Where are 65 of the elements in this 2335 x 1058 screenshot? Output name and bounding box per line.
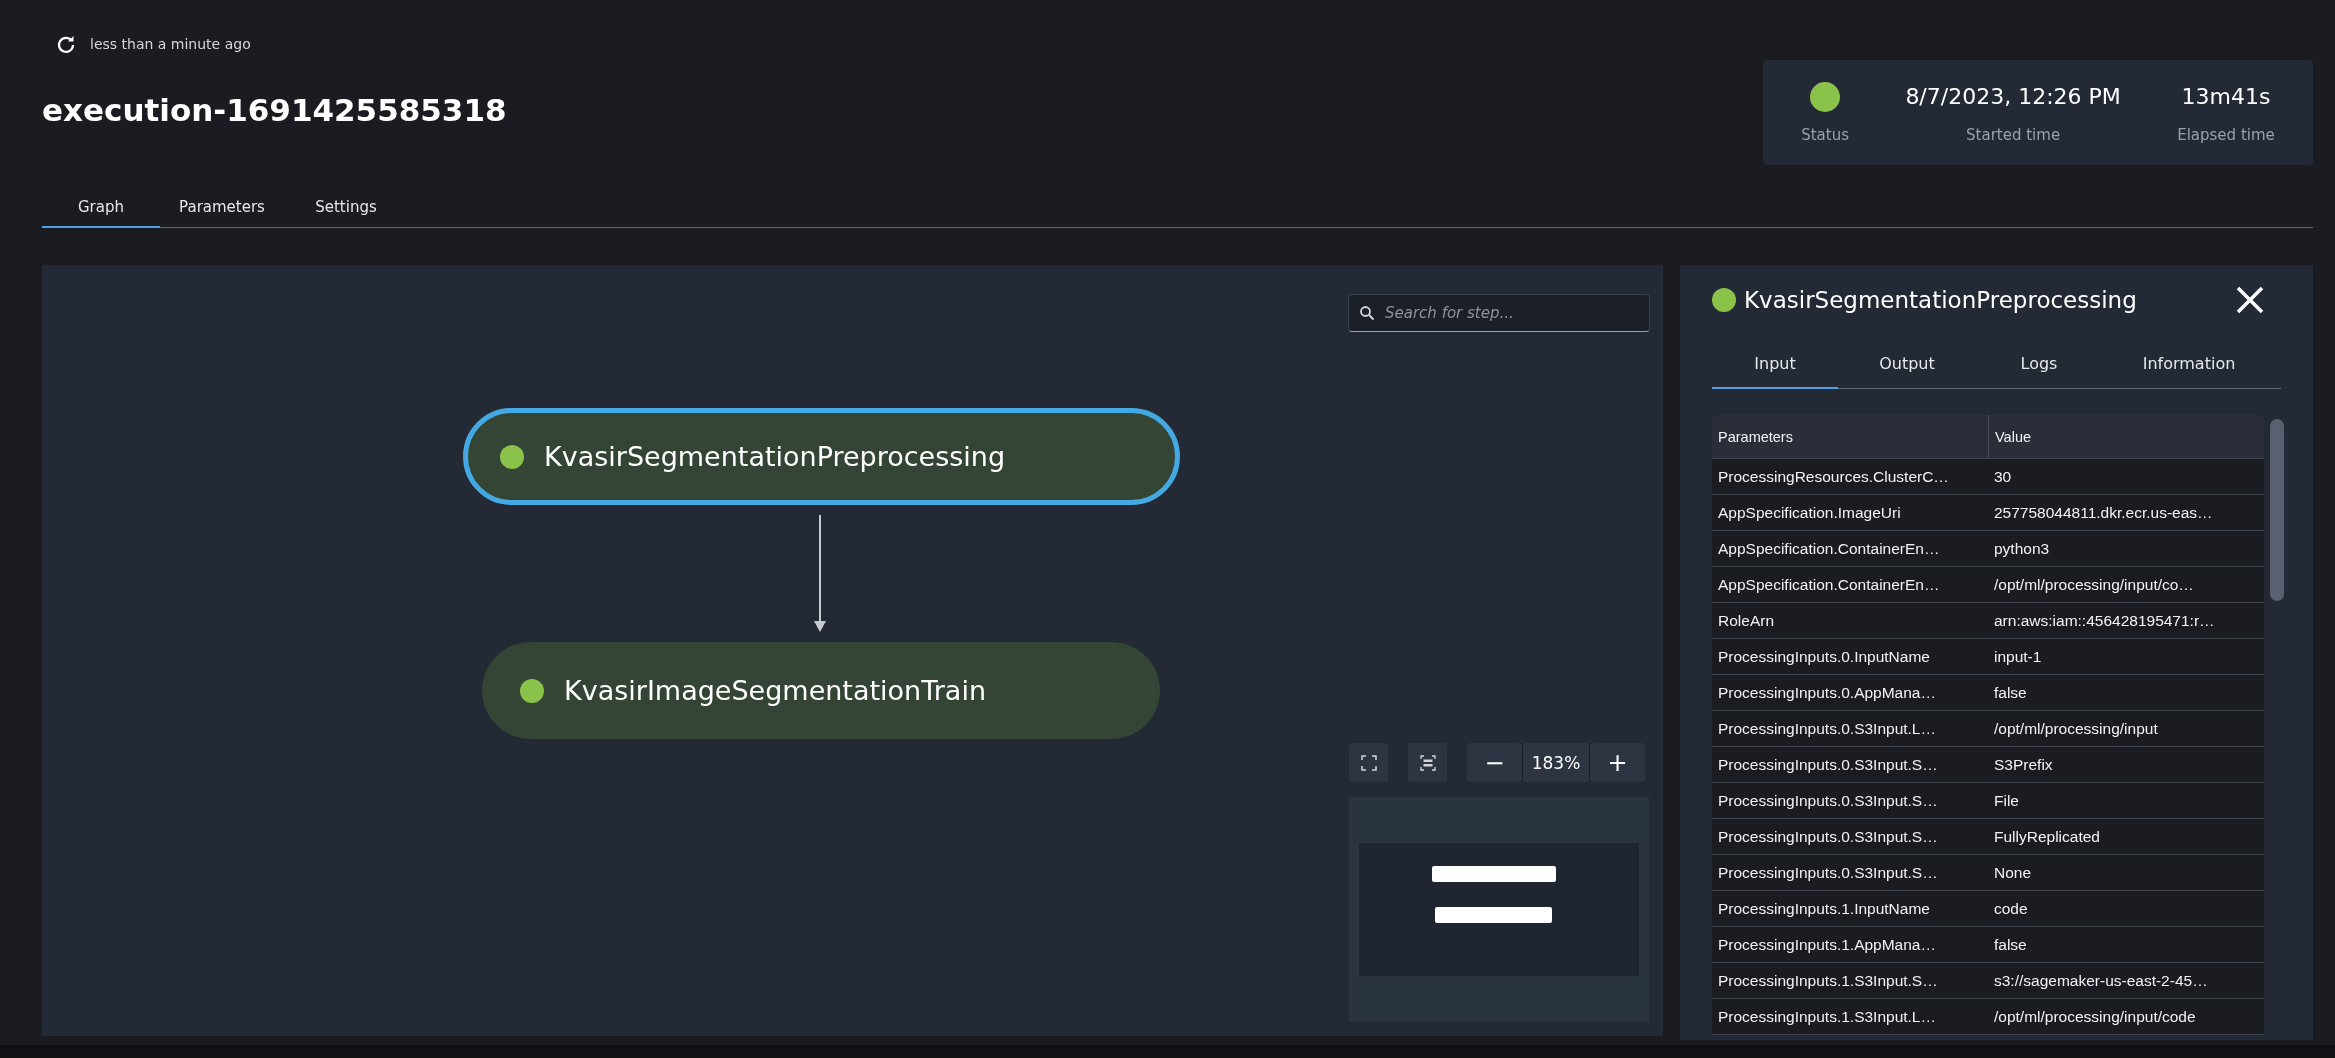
table-cell-text: AppSpecification.ContainerEn… <box>1717 538 1941 559</box>
table-cell-text: ProcessingInputs.1.AppMana… <box>1717 934 1937 955</box>
table-cell-text: ProcessingInputs.1.InputName <box>1717 898 1931 919</box>
table-cell-text: File <box>1993 790 2020 811</box>
table-cell-text: FullyReplicated <box>1993 826 2101 847</box>
table-cell-text: arn:aws:iam::456428195471:r… <box>1993 610 2216 631</box>
table-cell-text: input-1 <box>1993 646 2043 667</box>
table-cell-text: None <box>1993 862 2033 883</box>
panel-title: KvasirSegmentationPreprocessing <box>1744 287 2138 313</box>
table-cell-text: ProcessingInputs.0.S3Input.S… <box>1717 826 1939 847</box>
table-cell-text: ProcessingInputs.0.S3Input.S… <box>1717 790 1939 811</box>
started-time-label: Started time <box>1966 125 2061 144</box>
tab[interactable]: Settings <box>284 198 408 228</box>
panel-tab[interactable]: Output <box>1838 333 1976 389</box>
execution-title: execution-1691425585318 <box>42 92 507 128</box>
table-cell-text: ProcessingInputs.0.AppMana… <box>1717 682 1937 703</box>
minimap[interactable] <box>1349 797 1649 1022</box>
step-node[interactable]: KvasirSegmentationPreprocessing <box>463 408 1180 505</box>
table-cell-text: false <box>1993 682 2028 703</box>
panel-tab[interactable]: Logs <box>1976 333 2102 389</box>
started-time: 8/7/2023, 12:26 PM <box>1905 82 2121 111</box>
status-label: Status <box>1801 125 1849 144</box>
table-cell-text: S3Prefix <box>1993 754 2054 775</box>
table-cell-text: ProcessingInputs.0.S3Input.L… <box>1717 718 1937 739</box>
table-cell-text: python3 <box>1993 538 2051 559</box>
table-cell-text: s3://sagemaker-us-east-2-45… <box>1993 970 2209 991</box>
table-cell-text: AppSpecification.ContainerEn… <box>1717 574 1941 595</box>
elapsed-time-label: Elapsed time <box>2177 125 2275 144</box>
fit-view-icon <box>1419 754 1436 771</box>
table-cell-text: ProcessingInputs.0.S3Input.S… <box>1717 754 1939 775</box>
panel-tab[interactable]: Input <box>1712 333 1838 389</box>
panel-tab[interactable]: Information <box>2102 333 2276 389</box>
table-cell-text: ProcessingInputs.1.S3Input.S… <box>1717 970 1939 991</box>
refresh-icon[interactable] <box>56 34 76 54</box>
node-label: KvasirSegmentationPreprocessing <box>544 441 1006 472</box>
column-header: Value <box>1988 415 2264 458</box>
table-cell-text: ProcessingInputs.1.S3Input.L… <box>1717 1006 1937 1027</box>
tab[interactable]: Graph <box>42 198 160 228</box>
table-cell-text: /opt/ml/processing/input <box>1993 718 2159 739</box>
step-node[interactable]: KvasirImageSegmentationTrain <box>482 642 1160 739</box>
fit-view-button[interactable] <box>1408 743 1447 782</box>
scrollbar-thumb[interactable] <box>2270 419 2284 601</box>
table-cell-text: ProcessingInputs.0.S3Input.S… <box>1717 862 1939 883</box>
table-cell-text: AppSpecification.ImageUri <box>1717 502 1902 523</box>
table-cell-text: ProcessingInputs.0.InputName <box>1717 646 1931 667</box>
zoom-out-button[interactable]: − <box>1467 743 1522 782</box>
table-cell-text: code <box>1993 898 2029 919</box>
table-cell-text: 30 <box>1993 466 2013 487</box>
zoom-level: 183% <box>1523 743 1589 782</box>
table-cell-text: ProcessingResources.ClusterC… <box>1717 466 1950 487</box>
table-cell-text: 257758044811.dkr.ecr.us-eas… <box>1993 502 2214 523</box>
close-icon[interactable] <box>2235 285 2265 315</box>
elapsed-time: 13m41s <box>2181 82 2271 111</box>
zoom-in-button[interactable]: + <box>1590 743 1645 782</box>
fullscreen-icon <box>1360 754 1377 771</box>
fullscreen-button[interactable] <box>1349 743 1388 782</box>
search-field[interactable]: Search for step... <box>1348 294 1650 332</box>
tab[interactable]: Parameters <box>160 198 284 228</box>
last-updated-text: less than a minute ago <box>90 36 251 52</box>
table-cell-text: false <box>1993 934 2028 955</box>
table-cell-text: /opt/ml/processing/input/co… <box>1993 574 2195 595</box>
node-label: KvasirImageSegmentationTrain <box>564 675 986 706</box>
table-cell-text: RoleArn <box>1717 610 1775 631</box>
column-header: Parameters <box>1717 427 1794 447</box>
table-cell-text: /opt/ml/processing/input/code <box>1993 1006 2197 1027</box>
